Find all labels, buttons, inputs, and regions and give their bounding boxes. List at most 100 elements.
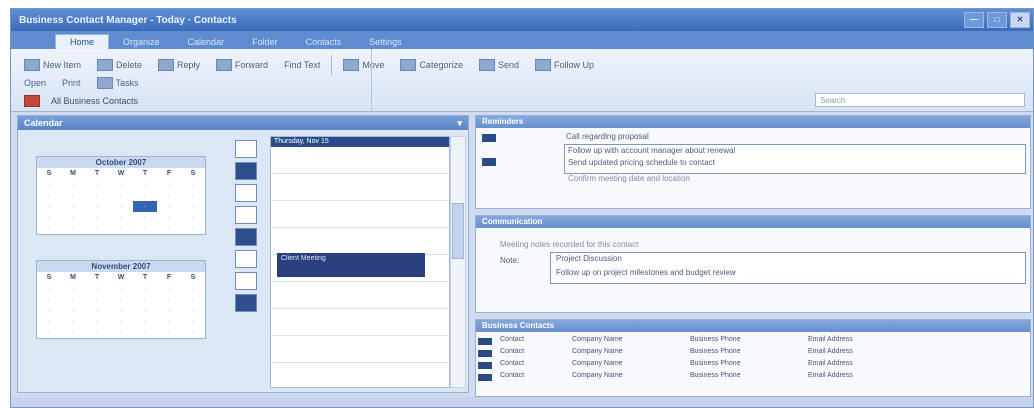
- calendar-day[interactable]: ·: [37, 190, 61, 201]
- contacts-view-button[interactable]: [235, 294, 257, 312]
- calendar-day[interactable]: ·: [157, 223, 181, 234]
- calendar-day[interactable]: ·: [85, 316, 109, 327]
- calendar-day[interactable]: ·: [133, 179, 157, 190]
- table-row[interactable]: Contact Company Name Business Phone Emai…: [476, 336, 1028, 347]
- tab-folder[interactable]: Folder: [238, 35, 292, 49]
- calendar-day[interactable]: ·: [181, 223, 205, 234]
- time-slot[interactable]: [271, 201, 449, 228]
- calendar-day[interactable]: ·: [61, 179, 85, 190]
- time-slot[interactable]: [271, 174, 449, 201]
- calendar-day[interactable]: ·: [109, 316, 133, 327]
- calendar-day[interactable]: ·: [85, 190, 109, 201]
- calendar-day[interactable]: ·: [181, 179, 205, 190]
- calendar-day[interactable]: ·: [85, 201, 109, 212]
- calendar-day[interactable]: ·: [37, 179, 61, 190]
- tab-home[interactable]: Home: [55, 34, 110, 49]
- search-input[interactable]: Search: [815, 93, 1025, 107]
- calendar-day[interactable]: ·: [37, 201, 61, 212]
- calendar-day[interactable]: ·: [61, 223, 85, 234]
- calendar-day[interactable]: ·: [61, 316, 85, 327]
- calendar-day[interactable]: ·: [109, 294, 133, 305]
- calendar-day[interactable]: ·: [157, 179, 181, 190]
- calendar-day[interactable]: ·: [109, 212, 133, 223]
- reply-button[interactable]: Reply: [153, 57, 205, 73]
- minimize-icon[interactable]: —: [964, 12, 984, 28]
- new-item-button[interactable]: New Item: [19, 57, 86, 73]
- calendar-day[interactable]: ·: [157, 305, 181, 316]
- tab-calendar[interactable]: Calendar: [174, 35, 239, 49]
- categorize-button[interactable]: Categorize: [395, 57, 468, 73]
- calendar-day[interactable]: ·: [157, 316, 181, 327]
- calendar-day[interactable]: ·: [157, 327, 181, 338]
- calendar-day[interactable]: ·: [61, 190, 85, 201]
- calendar-day[interactable]: ·: [181, 294, 205, 305]
- print-button[interactable]: Print: [57, 76, 86, 90]
- calendar-day[interactable]: ·: [109, 327, 133, 338]
- calendar-day[interactable]: ·: [37, 294, 61, 305]
- forward-button[interactable]: Forward: [211, 57, 273, 73]
- calendar-day[interactable]: ·: [133, 283, 157, 294]
- chevron-down-icon[interactable]: ▾: [457, 116, 462, 130]
- calendar-day[interactable]: ·: [133, 294, 157, 305]
- calendar-day[interactable]: ·: [157, 201, 181, 212]
- calendar-day[interactable]: ·: [181, 201, 205, 212]
- table-row[interactable]: Contact Company Name Business Phone Emai…: [476, 360, 1028, 371]
- back-button[interactable]: [19, 93, 45, 109]
- tab-contacts[interactable]: Contacts: [292, 35, 356, 49]
- calendar-day[interactable]: ·: [61, 212, 85, 223]
- calendar-day[interactable]: ·: [61, 327, 85, 338]
- calendar-day[interactable]: ·: [109, 201, 133, 212]
- calendar-day[interactable]: ·: [37, 316, 61, 327]
- calendar-day[interactable]: ·: [181, 327, 205, 338]
- month-1-grid[interactable]: S M T W T F S · · · · · · · · · · · · · · · · · · · · · · · · · · · · · · · · ·…: [37, 168, 205, 234]
- calendar-day[interactable]: ·: [133, 316, 157, 327]
- calendar-day[interactable]: ·: [133, 212, 157, 223]
- calendar-day[interactable]: ·: [85, 223, 109, 234]
- time-slot[interactable]: [271, 228, 449, 255]
- month-view-button[interactable]: [235, 184, 257, 202]
- move-button[interactable]: Move: [338, 57, 389, 73]
- calendar-day[interactable]: ·: [109, 223, 133, 234]
- calendar-day[interactable]: ·: [133, 305, 157, 316]
- calendar-day[interactable]: ·: [157, 283, 181, 294]
- calendar-day[interactable]: ·: [37, 212, 61, 223]
- calendar-day[interactable]: ·: [109, 190, 133, 201]
- calendar-day[interactable]: ·: [61, 294, 85, 305]
- task-view-button[interactable]: [235, 250, 257, 268]
- delete-button[interactable]: Delete: [92, 57, 147, 73]
- calendar-day[interactable]: ·: [85, 327, 109, 338]
- month-2-grid[interactable]: S M T W T F S · · · · · · · · · · · · · · · · · · · · · · · · · · · · · · · · ·…: [37, 272, 205, 338]
- calendar-day[interactable]: ·: [37, 283, 61, 294]
- calendar-day[interactable]: ·: [85, 305, 109, 316]
- day-schedule[interactable]: Thursday, Nov 15 Client Meeting: [270, 136, 450, 388]
- scrollbar-thumb[interactable]: [452, 203, 464, 259]
- table-row[interactable]: Contact Company Name Business Phone Emai…: [476, 372, 1028, 383]
- calendar-day[interactable]: ·: [181, 283, 205, 294]
- time-slot[interactable]: [271, 282, 449, 309]
- list-view-button[interactable]: [235, 206, 257, 224]
- send-button[interactable]: Send: [474, 57, 524, 73]
- time-slot[interactable]: [271, 336, 449, 363]
- find-text-button[interactable]: Find Text: [279, 58, 325, 72]
- follow-up-button[interactable]: Follow Up: [530, 57, 599, 73]
- notes-view-button[interactable]: [235, 272, 257, 290]
- maximize-icon[interactable]: □: [987, 12, 1007, 28]
- calendar-day[interactable]: ·: [181, 190, 205, 201]
- calendar-day[interactable]: ·: [109, 283, 133, 294]
- day-view-button[interactable]: [235, 140, 257, 158]
- time-slot[interactable]: [271, 147, 449, 174]
- calendar-day[interactable]: ·: [61, 305, 85, 316]
- tab-organize[interactable]: Organize: [109, 35, 174, 49]
- tasks-button[interactable]: Tasks: [92, 75, 144, 91]
- calendar-day[interactable]: ·: [37, 305, 61, 316]
- calendar-day[interactable]: ·: [109, 179, 133, 190]
- calendar-day[interactable]: ·: [37, 223, 61, 234]
- week-view-button[interactable]: [235, 162, 257, 180]
- calendar-day[interactable]: ·: [85, 283, 109, 294]
- close-icon[interactable]: ✕: [1010, 12, 1030, 28]
- calendar-day[interactable]: ·: [37, 327, 61, 338]
- calendar-day[interactable]: ·: [181, 212, 205, 223]
- schedule-scrollbar[interactable]: [450, 136, 466, 388]
- time-slot[interactable]: [271, 309, 449, 336]
- calendar-day[interactable]: ·: [181, 316, 205, 327]
